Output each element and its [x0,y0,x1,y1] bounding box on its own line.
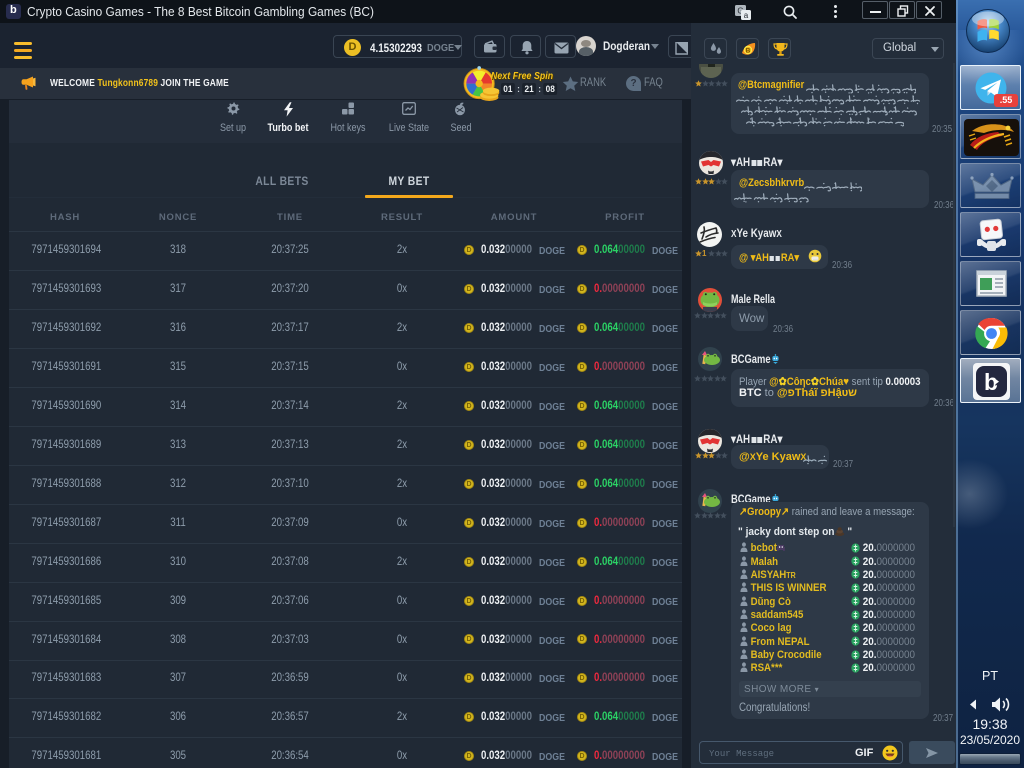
svg-text:a: a [744,11,749,20]
svg-text:B: B [746,48,751,55]
